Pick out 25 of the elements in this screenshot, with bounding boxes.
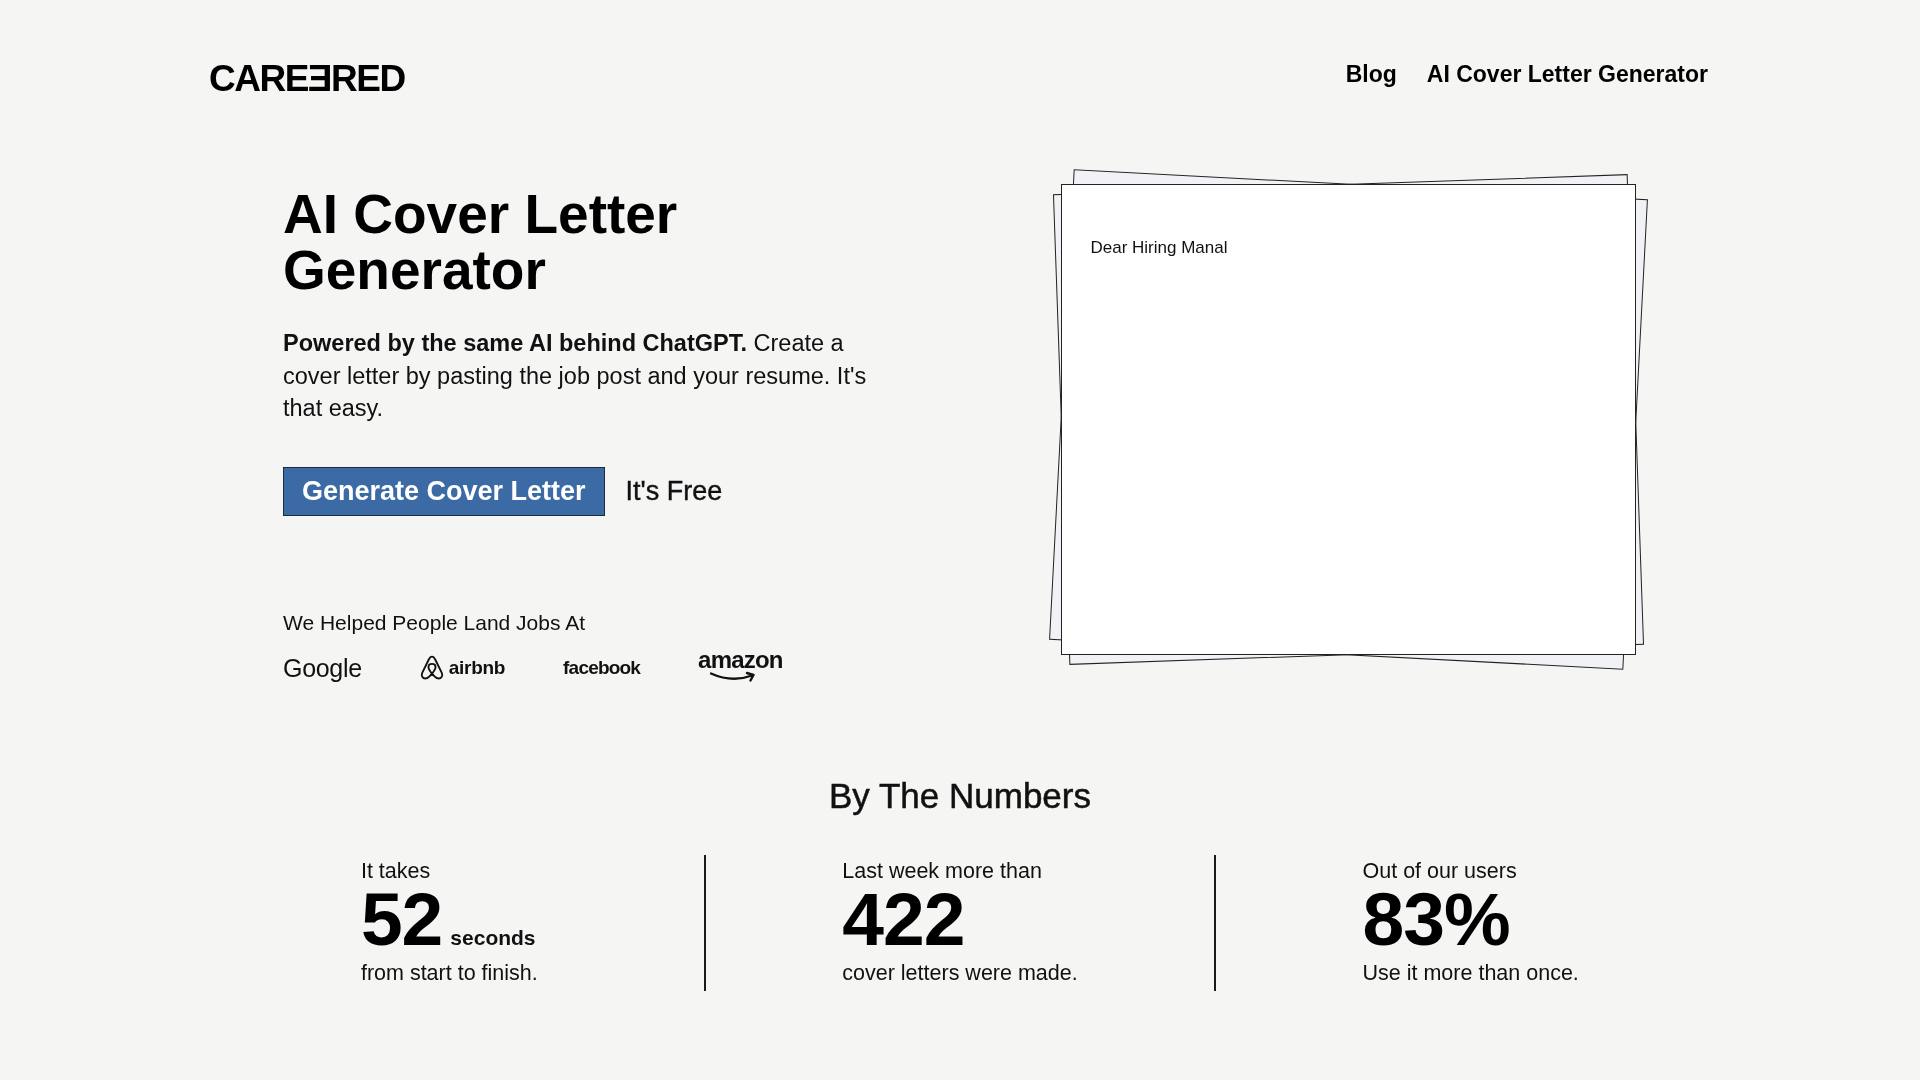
- stat-lead: Out of our users: [1362, 857, 1517, 884]
- section-title: By The Numbers: [829, 774, 1091, 817]
- stat-unit: seconds: [450, 925, 536, 950]
- stat-value: 83%: [1362, 883, 1510, 954]
- price-note: It's Free: [625, 475, 723, 507]
- nav-link[interactable]: AI Cover Letter Generator: [1426, 60, 1708, 88]
- company-logo: Google: [283, 652, 362, 683]
- company-logo: amazon: [698, 649, 783, 671]
- hero-description: Powered by the same AI behind ChatGPT. Create a cover letter by pasting the job post and your resume. It's that easy.: [283, 329, 868, 423]
- generate-button[interactable]: Generate Cover Letter: [283, 466, 605, 516]
- loop-icon: [419, 655, 444, 680]
- stat-lead: Last week more than: [842, 857, 1042, 884]
- stat-caption: cover letters were made.: [842, 959, 1078, 986]
- hero-title: AI Cover Letter Generator: [283, 186, 679, 298]
- letter-text: Dear Hiring Manal: [1090, 237, 1228, 258]
- company-logo: facebook: [563, 655, 641, 680]
- nav-link[interactable]: Blog: [1345, 60, 1397, 88]
- section-label: We Helped People Land Jobs At: [283, 609, 585, 636]
- company-logo: airbnb: [448, 655, 506, 680]
- stat-value: 422: [842, 883, 965, 954]
- stat-caption: from start to finish.: [360, 959, 538, 986]
- stat-caption: Use it more than once.: [1362, 959, 1579, 986]
- site-logo[interactable]: CAREƎRED: [209, 57, 405, 101]
- stat-value: 52: [360, 883, 443, 954]
- stat-lead: It takes: [360, 857, 431, 884]
